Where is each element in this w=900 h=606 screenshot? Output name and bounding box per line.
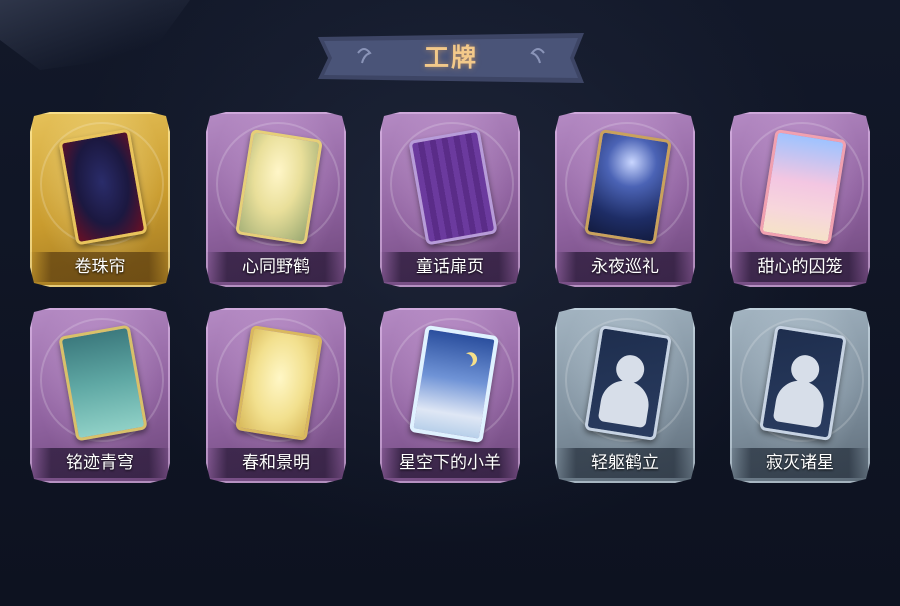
badge-card[interactable]: 铭迹青穹: [30, 308, 170, 483]
badge-card[interactable]: 寂灭诸星: [730, 308, 870, 483]
card-name: 甜心的囚笼: [757, 257, 843, 277]
crescent-moon-icon: [458, 353, 474, 369]
silhouette-body-icon: [772, 377, 828, 429]
badge-card[interactable]: 永夜巡礼: [555, 112, 695, 287]
page-title: 工牌: [423, 43, 478, 72]
card-name: 童话扉页: [416, 257, 484, 277]
badge-card[interactable]: 甜心的囚笼: [730, 112, 870, 287]
badge-card[interactable]: 童话扉页: [380, 112, 520, 287]
card-name: 卷珠帘: [74, 257, 126, 277]
badge-grid: 卷珠帘 心同野鹤 童话扉页 永夜巡礼 甜心的囚笼 铭迹青穹 春和景明 星空下的小…: [30, 112, 875, 484]
badge-card[interactable]: 轻躯鹤立: [555, 308, 695, 483]
badge-card[interactable]: 星空下的小羊: [380, 308, 520, 483]
silhouette-body-icon: [597, 377, 653, 429]
card-name: 永夜巡礼: [591, 257, 659, 277]
card-name: 寂灭诸星: [766, 453, 834, 473]
badge-card[interactable]: 春和景明: [206, 308, 346, 483]
title-banner: 工牌: [318, 33, 584, 83]
card-name: 心同野鹤: [242, 257, 310, 277]
card-name: 轻躯鹤立: [591, 453, 659, 473]
badge-card[interactable]: 卷珠帘: [30, 112, 170, 287]
badge-card[interactable]: 心同野鹤: [206, 112, 346, 287]
card-name: 春和景明: [242, 453, 310, 473]
card-name: 星空下的小羊: [399, 453, 501, 473]
card-name: 铭迹青穹: [66, 453, 134, 473]
